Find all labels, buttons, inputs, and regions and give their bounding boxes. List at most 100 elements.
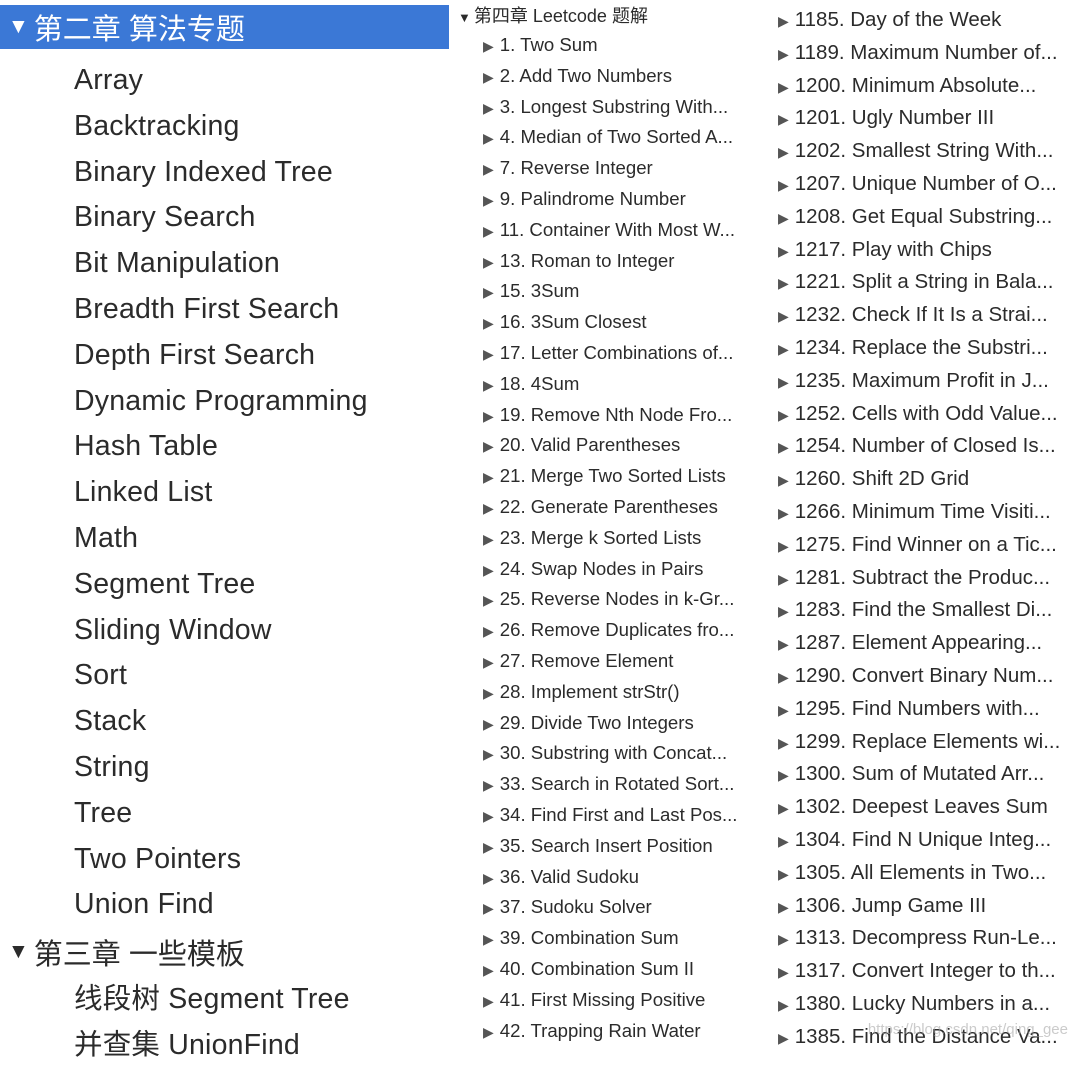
problem-item[interactable]: ▶ 25. Reverse Nodes in k-Gr... — [456, 584, 768, 615]
collapsed-triangle-icon[interactable]: ▶ — [483, 370, 494, 400]
collapsed-triangle-icon[interactable]: ▶ — [778, 661, 789, 693]
outline-item[interactable]: Linked List — [0, 470, 450, 516]
outline-item[interactable]: Sort — [0, 653, 450, 699]
outline-item[interactable]: 线段树 Segment Tree — [0, 977, 450, 1023]
collapsed-triangle-icon[interactable]: ▶ — [483, 555, 494, 585]
collapsed-triangle-icon[interactable]: ▶ — [483, 647, 494, 677]
problem-item[interactable]: ▶ 33. Search in Rotated Sort... — [456, 769, 768, 800]
collapsed-triangle-icon[interactable]: ▶ — [483, 493, 494, 523]
collapsed-triangle-icon[interactable]: ▶ — [483, 462, 494, 492]
collapsed-triangle-icon[interactable]: ▶ — [483, 62, 494, 92]
problem-item[interactable]: ▶ 1290. Convert Binary Num... — [776, 660, 1080, 693]
problem-item[interactable]: ▶ 1317. Convert Integer to th... — [776, 955, 1080, 988]
outline-item[interactable]: Binary Search — [0, 195, 450, 241]
chapter-3-header[interactable]: ▼ 第三章 一些模板 — [0, 930, 450, 974]
outline-item[interactable]: Stack — [0, 699, 450, 745]
collapsed-triangle-icon[interactable]: ▶ — [778, 431, 789, 463]
collapsed-triangle-icon[interactable]: ▶ — [778, 464, 789, 496]
problem-item[interactable]: ▶ 9. Palindrome Number — [456, 184, 768, 215]
problem-item[interactable]: ▶ 1260. Shift 2D Grid — [776, 463, 1080, 496]
outline-item[interactable]: Array — [0, 58, 450, 104]
collapsed-triangle-icon[interactable]: ▶ — [483, 709, 494, 739]
problem-item[interactable]: ▶ 16. 3Sum Closest — [456, 307, 768, 338]
problem-item[interactable]: ▶ 36. Valid Sudoku — [456, 862, 768, 893]
problem-item[interactable]: ▶ 40. Combination Sum II — [456, 954, 768, 985]
outline-item[interactable]: Dynamic Programming — [0, 379, 450, 425]
problem-item[interactable]: ▶ 1306. Jump Game III — [776, 890, 1080, 923]
outline-item[interactable]: String — [0, 745, 450, 791]
outline-item[interactable]: Binary Indexed Tree — [0, 150, 450, 196]
problem-item[interactable]: ▶ 1302. Deepest Leaves Sum — [776, 791, 1080, 824]
collapsed-triangle-icon[interactable]: ▶ — [778, 235, 789, 267]
outline-item[interactable]: Sliding Window — [0, 608, 450, 654]
expanded-triangle-icon[interactable]: ▼ — [458, 10, 471, 25]
collapsed-triangle-icon[interactable]: ▶ — [483, 31, 494, 61]
problem-item[interactable]: ▶ 34. Find First and Last Pos... — [456, 800, 768, 831]
problem-item[interactable]: ▶ 21. Merge Two Sorted Lists — [456, 461, 768, 492]
problem-item[interactable]: ▶ 1207. Unique Number of O... — [776, 168, 1080, 201]
problem-item[interactable]: ▶ 1217. Play with Chips — [776, 234, 1080, 267]
collapsed-triangle-icon[interactable]: ▶ — [483, 739, 494, 769]
collapsed-triangle-icon[interactable]: ▶ — [483, 893, 494, 923]
outline-item[interactable]: Hash Table — [0, 424, 450, 470]
problem-item[interactable]: ▶ 39. Combination Sum — [456, 923, 768, 954]
problem-item[interactable]: ▶ 1235. Maximum Profit in J... — [776, 365, 1080, 398]
problem-item[interactable]: ▶ 42. Trapping Rain Water — [456, 1016, 768, 1047]
collapsed-triangle-icon[interactable]: ▶ — [778, 71, 789, 103]
collapsed-triangle-icon[interactable]: ▶ — [778, 38, 789, 70]
collapsed-triangle-icon[interactable]: ▶ — [483, 185, 494, 215]
collapsed-triangle-icon[interactable]: ▶ — [778, 169, 789, 201]
collapsed-triangle-icon[interactable]: ▶ — [778, 792, 789, 824]
problem-item[interactable]: ▶ 1252. Cells with Odd Value... — [776, 398, 1080, 431]
problem-item[interactable]: ▶ 15. 3Sum — [456, 276, 768, 307]
collapsed-triangle-icon[interactable]: ▶ — [483, 308, 494, 338]
collapsed-triangle-icon[interactable]: ▶ — [483, 401, 494, 431]
collapsed-triangle-icon[interactable]: ▶ — [483, 524, 494, 554]
problem-item[interactable]: ▶ 1. Two Sum — [456, 30, 768, 61]
problem-item[interactable]: ▶ 11. Container With Most W... — [456, 215, 768, 246]
collapsed-triangle-icon[interactable]: ▶ — [778, 267, 789, 299]
problem-item[interactable]: ▶ 1200. Minimum Absolute... — [776, 70, 1080, 103]
problem-item[interactable]: ▶ 7. Reverse Integer — [456, 153, 768, 184]
collapsed-triangle-icon[interactable]: ▶ — [483, 216, 494, 246]
collapsed-triangle-icon[interactable]: ▶ — [483, 801, 494, 831]
collapsed-triangle-icon[interactable]: ▶ — [778, 923, 789, 955]
collapsed-triangle-icon[interactable]: ▶ — [778, 563, 789, 595]
collapsed-triangle-icon[interactable]: ▶ — [483, 585, 494, 615]
expanded-triangle-icon[interactable]: ▼ — [8, 940, 29, 964]
problem-item[interactable]: ▶ 1275. Find Winner on a Tic... — [776, 529, 1080, 562]
problem-item[interactable]: ▶ 18. 4Sum — [456, 369, 768, 400]
problem-item[interactable]: ▶ 4. Median of Two Sorted A... — [456, 122, 768, 153]
collapsed-triangle-icon[interactable]: ▶ — [778, 530, 789, 562]
collapsed-triangle-icon[interactable]: ▶ — [778, 202, 789, 234]
collapsed-triangle-icon[interactable]: ▶ — [483, 247, 494, 277]
collapsed-triangle-icon[interactable]: ▶ — [483, 832, 494, 862]
problem-item[interactable]: ▶ 24. Swap Nodes in Pairs — [456, 554, 768, 585]
problem-item[interactable]: ▶ 1234. Replace the Substri... — [776, 332, 1080, 365]
collapsed-triangle-icon[interactable]: ▶ — [778, 366, 789, 398]
collapsed-triangle-icon[interactable]: ▶ — [778, 956, 789, 988]
problem-item[interactable]: ▶ 30. Substring with Concat... — [456, 738, 768, 769]
problem-item[interactable]: ▶ 26. Remove Duplicates fro... — [456, 615, 768, 646]
problem-item[interactable]: ▶ 27. Remove Element — [456, 646, 768, 677]
collapsed-triangle-icon[interactable]: ▶ — [483, 123, 494, 153]
problem-item[interactable]: ▶ 1208. Get Equal Substring... — [776, 201, 1080, 234]
outline-item[interactable]: 并查集 UnionFind — [0, 1023, 450, 1069]
problem-item[interactable]: ▶ 1380. Lucky Numbers in a... — [776, 988, 1080, 1021]
outline-item[interactable]: Segment Tree — [0, 562, 450, 608]
collapsed-triangle-icon[interactable]: ▶ — [483, 678, 494, 708]
problem-item[interactable]: ▶ 2. Add Two Numbers — [456, 61, 768, 92]
collapsed-triangle-icon[interactable]: ▶ — [483, 154, 494, 184]
collapsed-triangle-icon[interactable]: ▶ — [778, 694, 789, 726]
collapsed-triangle-icon[interactable]: ▶ — [778, 989, 789, 1021]
problem-item[interactable]: ▶ 1266. Minimum Time Visiti... — [776, 496, 1080, 529]
outline-item[interactable]: Tree — [0, 791, 450, 837]
problem-item[interactable]: ▶ 41. First Missing Positive — [456, 985, 768, 1016]
outline-item[interactable]: Two Pointers — [0, 837, 450, 883]
collapsed-triangle-icon[interactable]: ▶ — [778, 628, 789, 660]
outline-item[interactable]: Union Find — [0, 882, 450, 928]
collapsed-triangle-icon[interactable]: ▶ — [483, 1017, 494, 1047]
collapsed-triangle-icon[interactable]: ▶ — [483, 339, 494, 369]
problem-item[interactable]: ▶ 35. Search Insert Position — [456, 831, 768, 862]
collapsed-triangle-icon[interactable]: ▶ — [778, 333, 789, 365]
